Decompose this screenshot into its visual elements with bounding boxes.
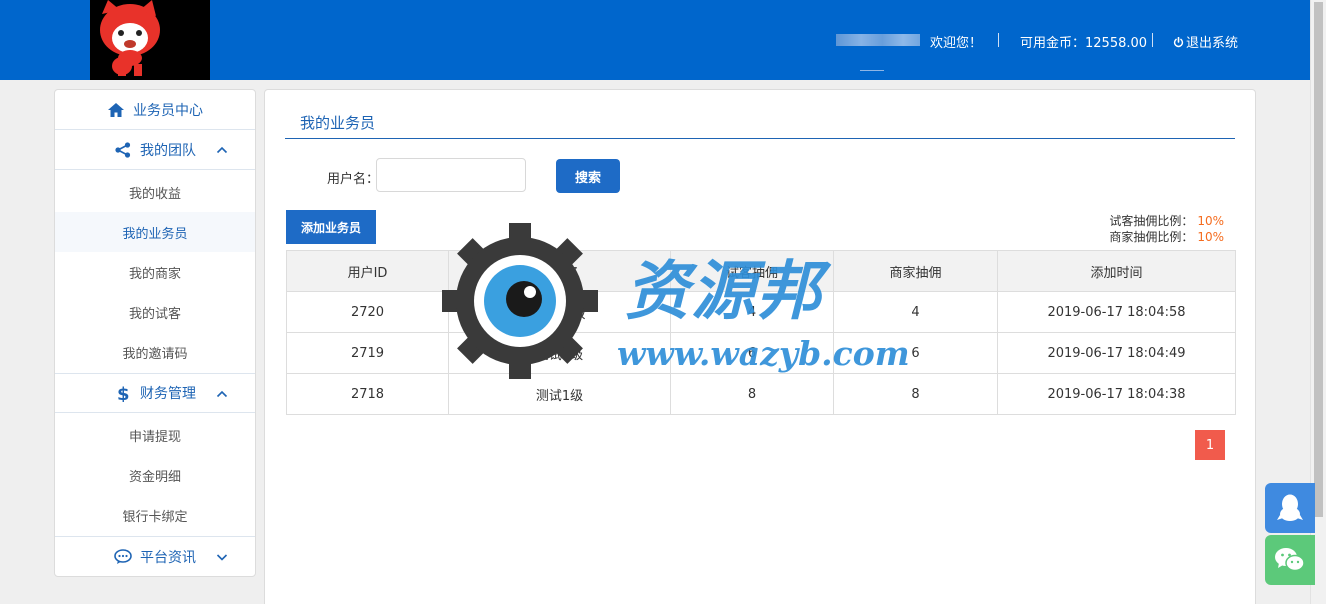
sidebar-item-home[interactable]: 业务员中心 [55,90,255,130]
sidebar-group-news[interactable]: 平台资讯 [55,536,255,576]
share-icon [114,141,132,159]
home-icon [107,101,125,119]
sidebar-item-fund-details[interactable]: 资金明细 [55,455,255,495]
sidebar-item-bank-card[interactable]: 银行卡绑定 [55,495,255,535]
cell-username: 测试1级 [448,373,671,415]
add-salesman-button[interactable]: 添加业务员 [286,210,376,244]
merchant-ratio-label: 商家抽佣比例： [1109,230,1194,244]
sidebar-item-testers[interactable]: 我的试客 [55,292,255,332]
col-header-added-time: 添加时间 [997,250,1236,292]
header-divider [1152,33,1153,47]
cell-added-time: 2019-06-17 18:04:38 [997,373,1236,415]
cell-user-id: 2718 [286,373,449,415]
logout-link[interactable]: 退出系统 [1173,32,1238,51]
chat-bubble-icon [114,548,132,566]
cell-trial-commission: 8 [670,373,834,415]
sidebar-finance-label: 财务管理 [140,386,196,402]
scrollbar-thumb[interactable] [1314,2,1323,517]
username-blurred [836,34,920,46]
sidebar-group-finance[interactable]: $ 财务管理 [55,373,255,413]
watermark-url: www.wazyb.com [617,334,910,373]
welcome-text: 欢迎您！ [930,36,983,51]
cell-user-id: 2720 [286,291,449,333]
mascot-logo[interactable] [90,0,210,80]
username-input[interactable] [376,158,526,192]
sidebar-group-team[interactable]: 我的团队 [55,130,255,170]
header-divider [998,33,999,47]
sidebar-item-withdraw[interactable]: 申请提现 [55,415,255,455]
title-divider [285,138,1235,139]
pagination-page-1[interactable]: 1 [1195,430,1225,460]
power-icon [1173,36,1184,48]
merchant-commission-ratio: 商家抽佣比例： 10% [1109,228,1224,245]
merchant-ratio-value: 10% [1197,230,1224,244]
qq-contact-button[interactable] [1265,483,1315,533]
dollar-icon: $ [114,384,132,402]
wechat-contact-button[interactable] [1265,535,1315,585]
watermark-title: 资源邦 [625,254,823,329]
cell-merchant-commission: 4 [833,291,998,333]
logout-label: 退出系统 [1186,36,1239,51]
sidebar-home-label: 业务员中心 [133,102,203,119]
sidebar-item-earnings[interactable]: 我的收益 [55,172,255,212]
sidebar-item-my-salesmen[interactable]: 我的业务员 [55,212,255,252]
coins-balance: 可用金币：12558.00 [1020,36,1148,51]
chevron-down-icon [216,554,228,561]
cell-merchant-commission: 8 [833,373,998,415]
sidebar-team-label: 我的团队 [140,142,196,159]
qq-penguin-icon [1277,494,1303,521]
cell-added-time: 2019-06-17 18:04:49 [997,332,1236,374]
trial-commission-ratio: 试客抽佣比例： 10% [1109,212,1224,229]
top-bar: 欢迎您！ 可用金币：12558.00 退出系统 [0,0,1310,80]
sidebar: 业务员中心 我的团队 我的收益 我的业务员 我的商家 我的试客 我的邀请码 $ … [54,89,256,577]
svg-text:$: $ [117,384,130,402]
trial-ratio-label: 试客抽佣比例： [1109,214,1194,228]
trial-ratio-value: 10% [1197,214,1224,228]
sidebar-item-merchants[interactable]: 我的商家 [55,252,255,292]
search-button[interactable]: 搜索 [556,159,620,193]
page-title: 我的业务员 [300,114,376,132]
sidebar-item-invite-code[interactable]: 我的邀请码 [55,332,255,372]
username-label: 用户名： [327,172,380,187]
col-header-merchant-commission: 商家抽佣 [833,250,998,292]
sidebar-news-label: 平台资讯 [140,549,196,566]
table-row: 2718 测试1级 8 8 2019-06-17 18:04:38 [286,373,1236,415]
wechat-icon [1275,548,1305,572]
cell-user-id: 2719 [286,332,449,374]
col-header-user-id: 用户ID [286,250,449,292]
chevron-up-icon [216,390,228,398]
cell-added-time: 2019-06-17 18:04:58 [997,291,1236,333]
username-underline [860,70,884,71]
chevron-up-icon [216,146,228,154]
